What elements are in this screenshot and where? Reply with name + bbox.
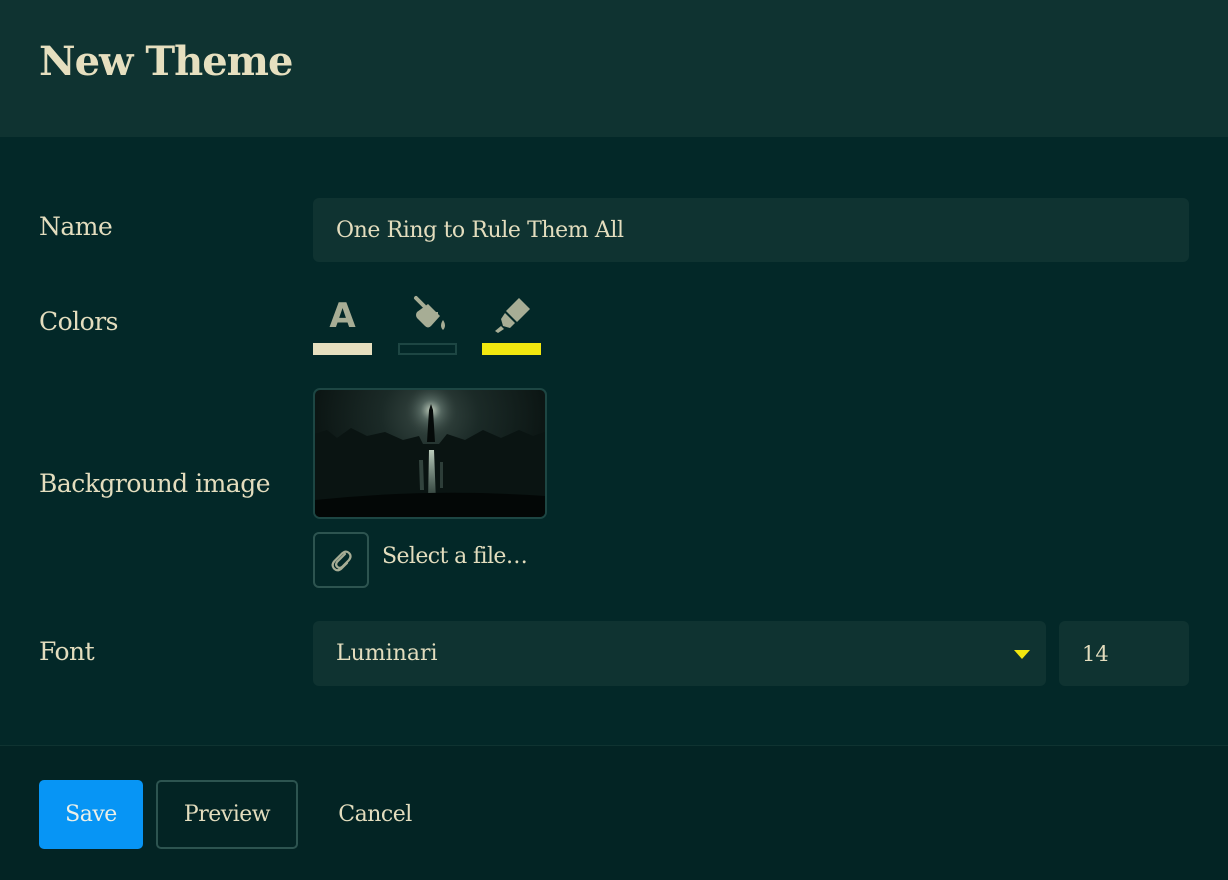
- highlight-color-bar: [482, 343, 541, 355]
- paperclip-icon: [331, 550, 352, 572]
- save-button[interactable]: Save: [39, 780, 143, 849]
- font-label: Font: [39, 637, 95, 666]
- background-image-preview: [313, 388, 547, 519]
- font-family-select[interactable]: Luminari: [313, 621, 1046, 686]
- name-input[interactable]: One Ring to Rule Them All: [313, 198, 1189, 262]
- background-image-thumbnail: [315, 390, 545, 517]
- dialog-header: New Theme: [0, 0, 1228, 137]
- background-image-label: Background image: [39, 469, 271, 498]
- font-size-value: 14: [1082, 641, 1109, 666]
- text-color-swatch[interactable]: A: [313, 292, 372, 356]
- font-size-input[interactable]: 14: [1059, 621, 1189, 686]
- highlight-color-swatch[interactable]: [482, 292, 541, 356]
- font-family-value: Luminari: [336, 641, 438, 666]
- dialog-title: New Theme: [39, 38, 293, 85]
- chevron-down-icon: [1014, 650, 1030, 659]
- dialog-footer: Save Preview Cancel: [0, 745, 1228, 880]
- select-file-label[interactable]: Select a file…: [382, 544, 528, 569]
- cancel-button[interactable]: Cancel: [318, 780, 432, 849]
- new-theme-dialog: New Theme Name One Ring to Rule Them All…: [0, 0, 1228, 880]
- text-color-bar: [313, 343, 372, 355]
- colors-label: Colors: [39, 307, 119, 336]
- preview-button[interactable]: Preview: [156, 780, 298, 849]
- attach-file-button[interactable]: [313, 532, 369, 588]
- background-color-swatch[interactable]: [398, 292, 457, 356]
- background-color-bar: [398, 343, 457, 355]
- paint-bucket-icon: [398, 292, 457, 338]
- highlighter-icon: [482, 292, 541, 338]
- name-label: Name: [39, 212, 113, 241]
- text-color-icon-glyph: A: [329, 296, 356, 336]
- name-input-value: One Ring to Rule Them All: [336, 217, 624, 243]
- text-color-icon: A: [313, 292, 372, 338]
